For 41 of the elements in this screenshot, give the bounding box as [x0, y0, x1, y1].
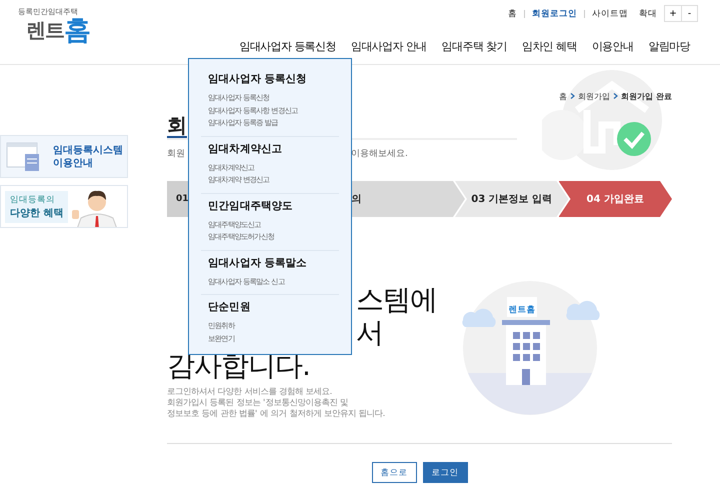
menu-heading[interactable]: 임대사업자 등록말소 — [208, 256, 332, 270]
breadcrumb-link[interactable]: 홈 — [559, 90, 568, 102]
nav-menu-item[interactable]: 임대주택 찾기 — [442, 39, 507, 54]
description-text: 이용해보세요. — [351, 148, 408, 159]
utility-link[interactable]: 홈 — [508, 8, 517, 20]
action-button[interactable]: 로그인 — [422, 462, 468, 483]
banner-text: 임대등록시스템 — [53, 144, 123, 156]
nav-menu-item[interactable]: 임대사업자 안내 — [350, 39, 427, 54]
utility-link[interactable]: 사이트맵 — [592, 8, 628, 20]
menu-heading[interactable]: 임대사업자 등록신청 — [208, 72, 332, 86]
person-figure-drawing — [72, 190, 118, 227]
nav-menu-item[interactable]: 이용안내 — [592, 39, 634, 54]
utility-link[interactable]: 회원로그인 — [532, 8, 577, 20]
description-text: 회원 — [167, 148, 185, 159]
banner-text: 임대등록의 — [10, 194, 56, 206]
menu-heading[interactable]: 단순민원 — [208, 300, 332, 314]
notice-text: 회원가입시 등록된 정보는 '정보통신망이용촉진 및 — [167, 397, 348, 408]
nav-menu-item[interactable]: 임대사업자 등록신청 — [239, 39, 336, 54]
breadcrumb-link[interactable]: 회원가입 완료 — [621, 90, 672, 102]
action-button[interactable]: 홈으로 — [372, 462, 416, 483]
sign-text: 렌트홈 — [508, 305, 536, 315]
menu-heading[interactable]: 임대차계약신고 — [208, 142, 332, 156]
chevron-icon — [570, 93, 576, 99]
benefit-banner[interactable]: 임대등록의 다양한 혜택 — [0, 185, 128, 228]
banner-text: 다양한 혜택 — [10, 206, 64, 220]
zoom-label: 확대 — [639, 8, 657, 20]
nav-menu-item[interactable]: 알림마당 — [648, 39, 690, 54]
nav-menu-item[interactable]: 임차인 혜택 — [522, 39, 577, 54]
site-logo[interactable]: 렌트홈 — [18, 16, 91, 46]
step-indicator: 03 기본정보 입력 — [455, 181, 568, 217]
banner-text: 이용안내 — [53, 156, 94, 170]
document-icon — [6, 142, 39, 170]
notice-text: 정보보호 등에 관한 법률' 에 의거 철저하게 보안유지 됩니다. — [167, 408, 386, 419]
guide-banner[interactable]: 임대등록시스템 이용안내 — [0, 135, 128, 178]
notice-text: 로그인하셔서 다양한 서비스를 경험해 보세요. — [167, 386, 332, 397]
thanks-heading: 스템에 — [356, 283, 437, 316]
thanks-heading: 서 — [356, 316, 383, 349]
step-indicator: 04 가입완료 — [558, 181, 672, 217]
chevron-icon — [614, 93, 618, 99]
thanks-heading: 감사합니다. — [167, 349, 310, 382]
breadcrumb-link[interactable]: 회원가입 — [578, 90, 610, 102]
